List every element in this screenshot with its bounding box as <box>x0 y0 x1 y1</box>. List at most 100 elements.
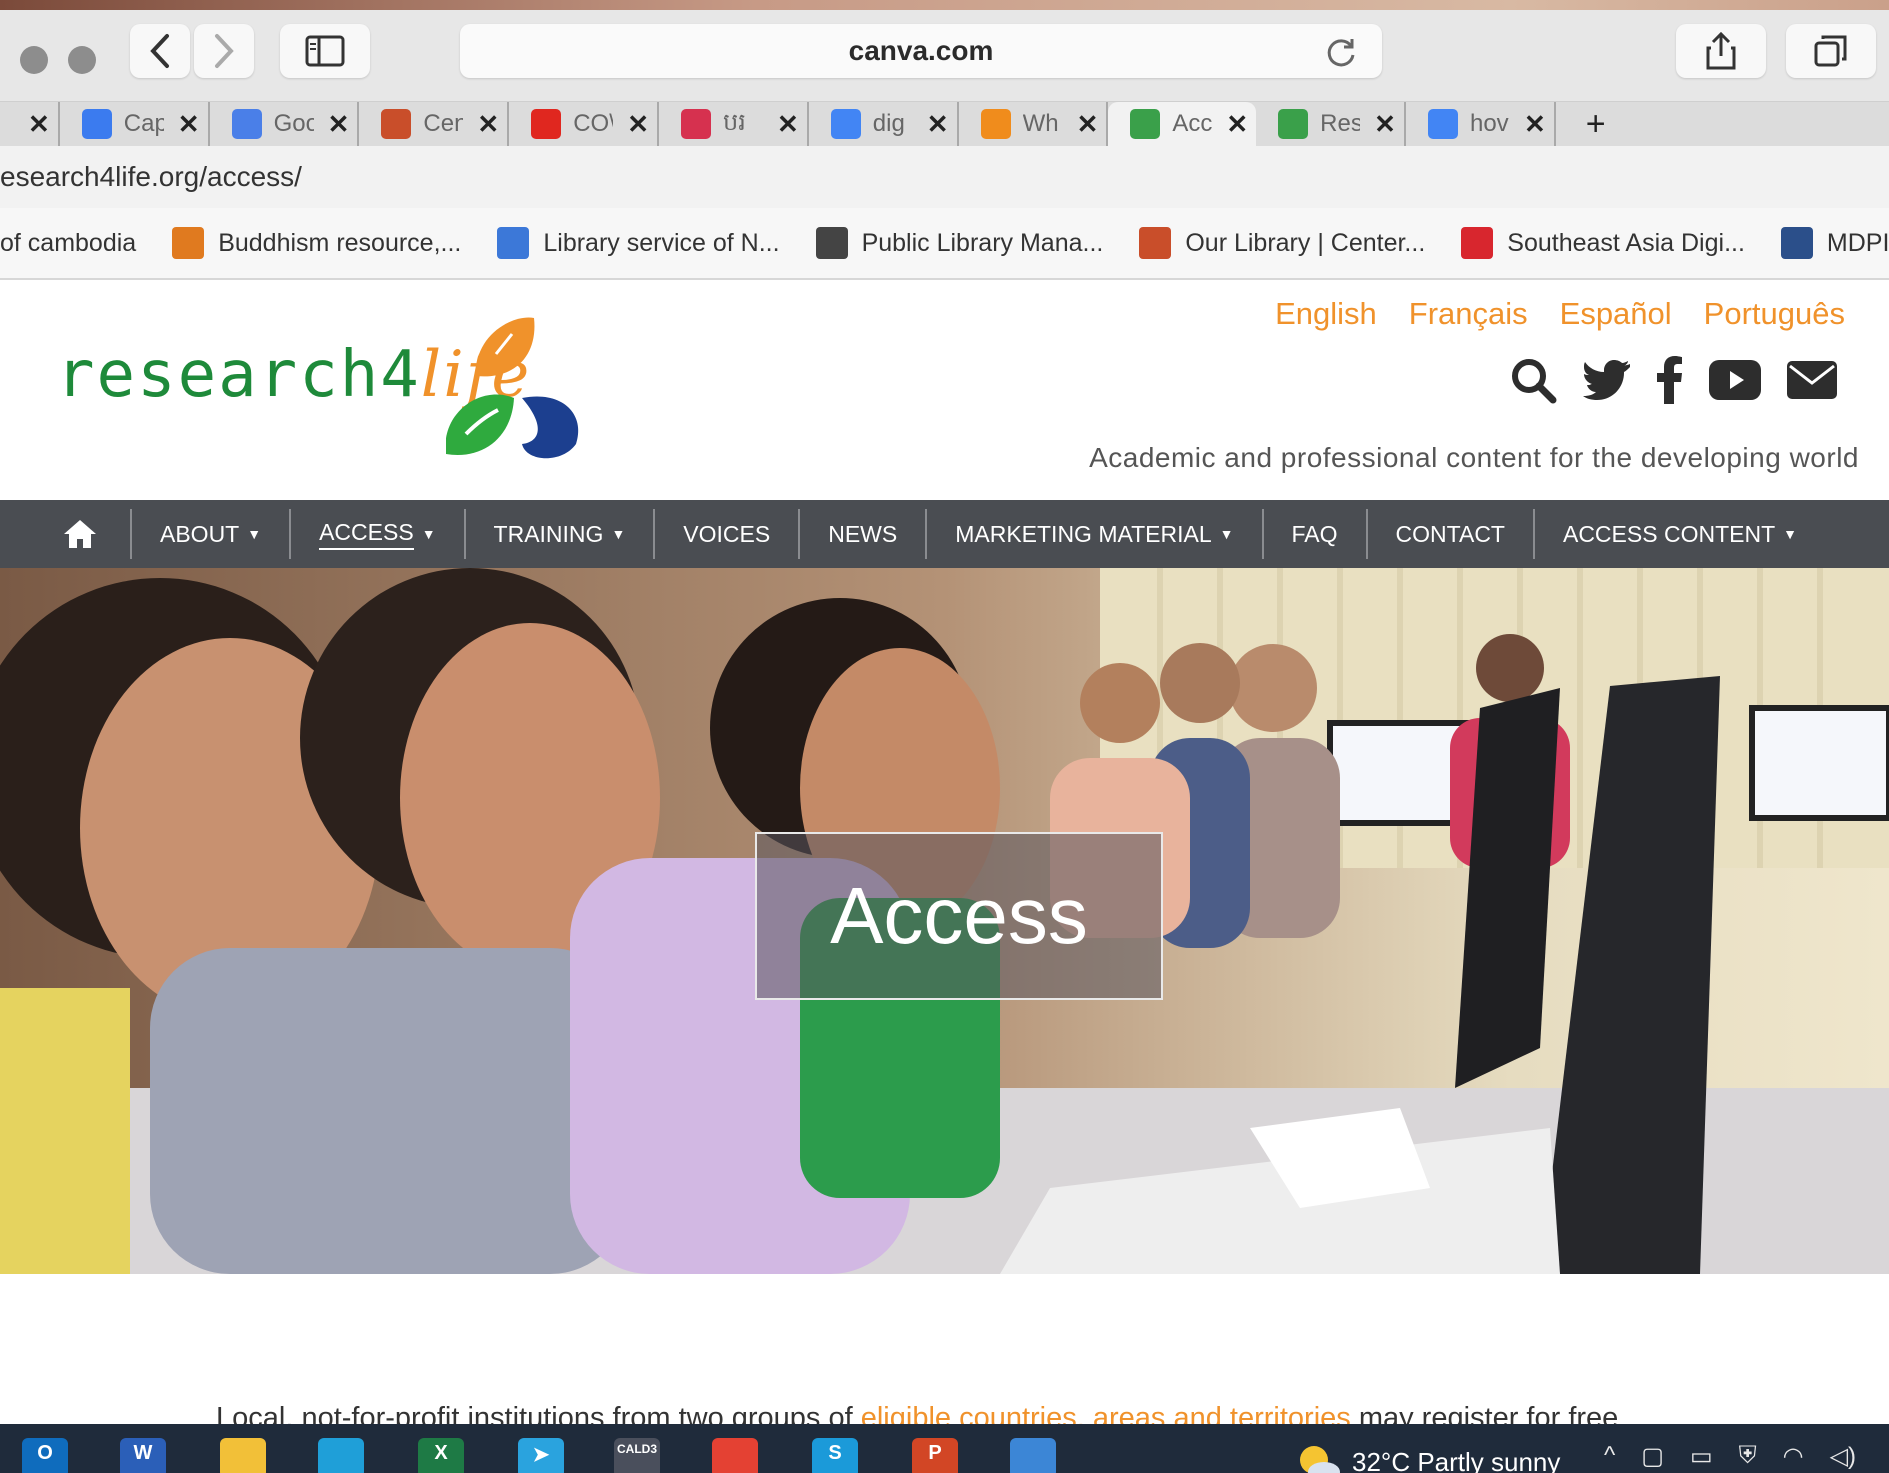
nav-item[interactable]: ACCESS CONTENT ▼ <box>1532 509 1825 559</box>
browser-tab[interactable]: CO\ ✕ <box>509 102 659 146</box>
close-tab-icon[interactable]: ✕ <box>28 109 50 140</box>
share-icon <box>1706 31 1736 70</box>
bookmark-item[interactable]: Our Library | Center... <box>1139 227 1425 259</box>
browser-tab[interactable]: ✕ <box>0 102 60 146</box>
translate-icon <box>231 109 262 139</box>
back-button[interactable] <box>130 24 190 78</box>
security-shield-icon[interactable]: ⛨ <box>1739 1442 1757 1471</box>
new-tab-button[interactable]: + <box>1556 102 1614 146</box>
browser-tab[interactable]: Cap ✕ <box>60 102 210 146</box>
lang-portugues[interactable]: Português <box>1704 296 1845 332</box>
nav-item[interactable]: FAQ <box>1261 509 1366 559</box>
bookmark-label: Library service of N... <box>543 228 780 257</box>
bookmark-item[interactable]: MDPI | Journals <box>1780 227 1889 259</box>
window-close-dot[interactable] <box>20 46 48 74</box>
volume-icon[interactable]: ◁) <box>1830 1442 1856 1471</box>
browser-tab[interactable]: បរ ✕ <box>659 102 809 146</box>
bookmark-item[interactable]: Library service of N... <box>497 227 780 259</box>
nav-item[interactable]: CONTACT <box>1365 509 1533 559</box>
research4life-logo[interactable]: research4life <box>56 314 579 464</box>
excel-icon[interactable]: X <box>418 1438 464 1473</box>
powerpoint-icon[interactable]: P <box>912 1438 958 1473</box>
page-address-row[interactable]: esearch4life.org/access/ <box>0 146 1889 208</box>
close-tab-icon[interactable]: ✕ <box>927 109 949 140</box>
nav-home[interactable] <box>56 509 130 559</box>
research4life-icon <box>1130 109 1161 139</box>
address-bar[interactable]: canva.com <box>460 24 1382 78</box>
file-explorer-icon[interactable] <box>220 1438 266 1473</box>
cald3-icon[interactable]: CALD3 <box>614 1438 660 1473</box>
close-tab-icon[interactable]: ✕ <box>1226 109 1248 140</box>
weather-widget[interactable]: 32°C Partly sunny <box>1296 1442 1560 1473</box>
caret-down-icon: ▼ <box>611 526 626 542</box>
lang-english[interactable]: English <box>1275 296 1377 332</box>
chevron-up-icon[interactable]: ^ <box>1604 1442 1615 1471</box>
twitter-icon[interactable] <box>1583 358 1631 402</box>
browser-tab[interactable]: Wh ✕ <box>959 102 1109 146</box>
bookmark-item[interactable]: Southeast Asia Digi... <box>1461 227 1745 259</box>
battery-icon[interactable]: ▭ <box>1690 1442 1713 1471</box>
hero-title-box: Access <box>755 832 1163 1000</box>
sidebar-toggle-button[interactable] <box>280 24 370 78</box>
camera-icon[interactable]: ▢ <box>1641 1442 1664 1471</box>
youtube-icon[interactable] <box>1709 360 1761 400</box>
reload-icon[interactable] <box>1324 36 1358 70</box>
chrome-icon[interactable] <box>712 1438 758 1473</box>
nav-item[interactable]: ABOUT ▼ <box>130 509 289 559</box>
close-tab-icon[interactable]: ✕ <box>1524 109 1546 140</box>
browser-tab[interactable]: hov ✕ <box>1406 102 1556 146</box>
bookmark-label: Southeast Asia Digi... <box>1507 228 1745 257</box>
nav-item[interactable]: NEWS <box>798 509 925 559</box>
browser-tab[interactable]: dig ✕ <box>809 102 959 146</box>
nav-item[interactable]: MARKETING MATERIAL ▼ <box>925 509 1261 559</box>
browser-tab[interactable]: Cen ✕ <box>359 102 510 146</box>
close-tab-icon[interactable]: ✕ <box>477 109 499 140</box>
tab-label: hov <box>1469 110 1509 137</box>
nav-item[interactable]: ACCESS ▼ <box>289 509 463 559</box>
close-tab-icon[interactable]: ✕ <box>178 109 200 140</box>
facebook-icon[interactable] <box>1657 356 1683 404</box>
hero-title: Access <box>830 871 1088 960</box>
google-icon <box>830 109 861 139</box>
bookmark-item[interactable]: of cambodia <box>0 229 136 258</box>
close-tab-icon[interactable]: ✕ <box>777 109 799 140</box>
nav-item[interactable]: TRAINING ▼ <box>463 509 654 559</box>
word-icon[interactable]: W <box>120 1438 166 1473</box>
close-tab-icon[interactable]: ✕ <box>1077 109 1099 140</box>
bookmark-item[interactable]: Public Library Mana... <box>815 227 1103 259</box>
telegram-icon[interactable]: ➤ <box>518 1438 564 1473</box>
browser-tab[interactable]: Res ✕ <box>1256 102 1406 146</box>
wifi-icon[interactable]: ◠ <box>1783 1442 1804 1471</box>
main-nav: ABOUT ▼ ACCESS ▼ TRAINING ▼ VOICES NEWS MARKETIN… <box>0 500 1889 568</box>
chevron-right-icon <box>215 34 234 68</box>
research4life-icon <box>1278 109 1309 139</box>
browser-tab[interactable]: Goo ✕ <box>210 102 360 146</box>
forward-button[interactable] <box>194 24 254 78</box>
edge-icon[interactable] <box>318 1438 364 1473</box>
close-tab-icon[interactable]: ✕ <box>328 109 350 140</box>
browser-toolbar: canva.com <box>0 10 1889 102</box>
share-button[interactable] <box>1676 24 1766 78</box>
nav-item[interactable]: VOICES <box>653 509 798 559</box>
tab-label: Cen <box>423 110 464 137</box>
search-icon[interactable] <box>1509 356 1557 404</box>
docs-icon <box>81 109 112 139</box>
address-bar-text: canva.com <box>848 35 994 66</box>
lang-francais[interactable]: Français <box>1409 296 1528 332</box>
skype-icon[interactable]: S <box>812 1438 858 1473</box>
bookmark-item[interactable]: Buddhism resource,... <box>172 227 461 259</box>
envelope-icon[interactable] <box>1787 361 1837 399</box>
niu-icon <box>1461 227 1494 259</box>
hero-banner: Access <box>0 568 1889 1274</box>
window-frame <box>0 0 1889 10</box>
site-header: research4life English Français Español P… <box>0 282 1889 500</box>
close-tab-icon[interactable]: ✕ <box>1374 109 1396 140</box>
tab-label: Cap <box>123 110 164 137</box>
browser-tab[interactable]: Acc ✕ <box>1108 102 1257 146</box>
tabs-overview-button[interactable] <box>1786 24 1876 78</box>
window-minimize-dot[interactable] <box>68 46 96 74</box>
lang-espanol[interactable]: Español <box>1560 296 1672 332</box>
outlook-icon[interactable]: O <box>22 1438 68 1473</box>
photos-icon[interactable] <box>1010 1438 1056 1473</box>
close-tab-icon[interactable]: ✕ <box>627 109 649 140</box>
